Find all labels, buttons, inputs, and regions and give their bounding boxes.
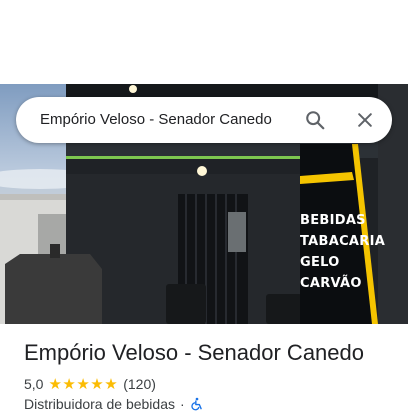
place-title: Empório Veloso - Senador Canedo <box>24 340 364 365</box>
place-category[interactable]: Distribuidora de bebidas <box>24 396 175 412</box>
store-sign-text: BEBIDAS TABACARIA GELO CARVÃO <box>300 210 386 294</box>
separator: · <box>179 396 185 412</box>
review-count[interactable]: (120) <box>123 376 156 392</box>
sign-line-3: GELO <box>300 255 340 270</box>
sign-line-2: TABACARIA <box>300 234 386 249</box>
category-row: Distribuidora de bebidas · <box>24 396 204 412</box>
search-button[interactable] <box>303 108 327 132</box>
sign-line-4: CARVÃO <box>300 276 362 291</box>
search-input[interactable]: Empório Veloso - Senador Canedo <box>40 97 272 143</box>
rating-row[interactable]: 5,0 ★★★★★ (120) <box>24 375 156 393</box>
clear-search-button[interactable] <box>353 108 377 132</box>
wheelchair-accessible-icon <box>191 397 202 411</box>
rating-stars: ★★★★★ <box>48 376 119 393</box>
search-bar[interactable]: Empório Veloso - Senador Canedo <box>16 97 392 143</box>
sign-line-1: BEBIDAS <box>300 213 366 228</box>
close-icon <box>358 113 372 127</box>
search-icon <box>306 111 325 130</box>
rating-value: 5,0 <box>24 376 44 392</box>
